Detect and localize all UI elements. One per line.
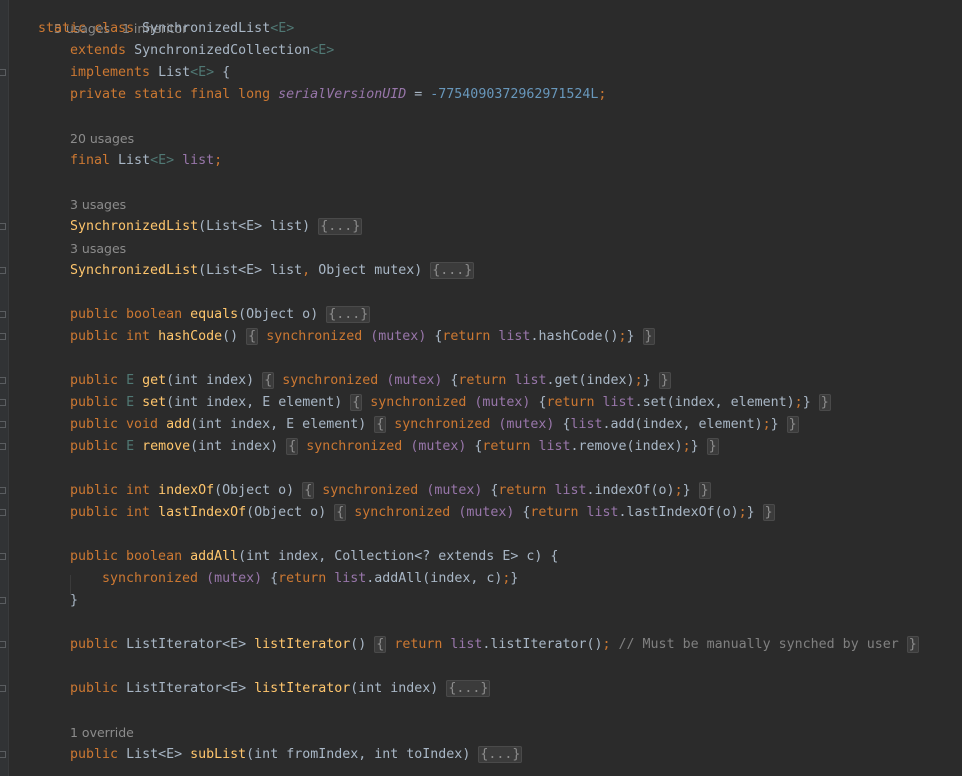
code-line-ctor2[interactable]: SynchronizedList(List<E> list, Object mu…	[70, 260, 475, 282]
keyword: public boolean	[70, 549, 183, 564]
inlay-hint-class[interactable]: 5 usages 1 inheritor	[38, 0, 187, 36]
code-editor[interactable]: 5 usages 1 inheritor static class Synchr…	[0, 0, 962, 776]
inlay-hint-ctor1[interactable]: 3 usages	[70, 194, 126, 216]
usages-hint[interactable]: 20 usages	[70, 131, 134, 146]
code-line-addall-body[interactable]: synchronized (mutex) {return list.addAll…	[102, 568, 518, 590]
field-name: serialVersionUID	[278, 87, 407, 102]
keyword: synchronized	[266, 329, 363, 344]
code-line-get[interactable]: public E get(int index) { synchronized (…	[70, 370, 671, 392]
method-name: set	[142, 395, 167, 410]
usages-hint[interactable]: 3 usages	[70, 197, 126, 212]
field-name: list	[182, 153, 215, 168]
code-line-set[interactable]: public E set(int index, E element) { syn…	[70, 392, 831, 414]
method-name: remove	[142, 439, 191, 454]
code-line-add[interactable]: public void add(int index, E element) { …	[70, 414, 799, 436]
code-line-extends[interactable]: extends SynchronizedCollection<E>	[70, 40, 334, 62]
keyword: public int	[70, 505, 151, 520]
keyword: implements	[70, 65, 151, 80]
keyword: extends	[70, 43, 127, 58]
method-name: equals	[190, 307, 239, 322]
type-param: <E>	[190, 65, 215, 80]
keyword: public	[70, 681, 119, 696]
fold-open-brace[interactable]: {	[246, 328, 259, 345]
folded-block[interactable]: {...}	[430, 262, 475, 279]
inlay-hint-list[interactable]: 20 usages	[70, 128, 134, 150]
keyword: synchronized	[102, 571, 199, 586]
folded-block[interactable]: {...}	[446, 680, 491, 697]
code-line-sublist[interactable]: public List<E> subList(int fromIndex, in…	[70, 744, 523, 766]
type-param: <E>	[310, 43, 335, 58]
class-name: SynchronizedList	[142, 21, 271, 36]
method-name: add	[166, 417, 191, 432]
code-line-hashcode[interactable]: public int hashCode() { synchronized (mu…	[70, 326, 655, 348]
keyword: class	[94, 21, 135, 36]
type-name: List	[118, 153, 151, 168]
keyword: public int	[70, 483, 151, 498]
method-name: listIterator	[254, 681, 351, 696]
code-line-indexof[interactable]: public int indexOf(Object o) { synchroni…	[70, 480, 711, 502]
code-line-lastindexof[interactable]: public int lastIndexOf(Object o) { synch…	[70, 502, 775, 524]
number-literal: -7754090372962971524L	[430, 87, 599, 102]
method-name: indexOf	[158, 483, 215, 498]
code-line-remove[interactable]: public E remove(int index) { synchronize…	[70, 436, 719, 458]
code-line-class-decl[interactable]: static class SynchronizedList<E>	[38, 18, 294, 40]
method-name: lastIndexOf	[158, 505, 247, 520]
type-param: <E>	[270, 21, 295, 36]
code-line-list-field[interactable]: final List<E> list;	[70, 150, 222, 172]
usages-hint[interactable]: 3 usages	[70, 241, 126, 256]
fold-close-brace[interactable]: }	[642, 328, 655, 345]
method-name: listIterator	[254, 637, 351, 652]
method-name: subList	[190, 747, 247, 762]
code-line-equals[interactable]: public boolean equals(Object o) {...}	[70, 304, 371, 326]
keyword: public	[70, 395, 119, 410]
code-line-serial[interactable]: private static final long serialVersionU…	[70, 84, 606, 106]
keyword: public	[70, 747, 119, 762]
code-line-addall[interactable]: public boolean addAll(int index, Collect…	[70, 546, 558, 568]
folded-block[interactable]: {...}	[326, 306, 371, 323]
code-line-listiterator[interactable]: public ListIterator<E> listIterator() { …	[70, 634, 919, 656]
keyword: public void	[70, 417, 159, 432]
override-hint[interactable]: 1 override	[70, 725, 134, 740]
type-name: List	[158, 65, 191, 80]
keyword: final	[70, 153, 111, 168]
method-name: hashCode	[158, 329, 223, 344]
keyword: public boolean	[70, 307, 183, 322]
method-name: SynchronizedList	[70, 219, 199, 234]
inlay-hint-sublist[interactable]: 1 override	[70, 722, 134, 744]
keyword: static	[38, 21, 87, 36]
method-name: addAll	[190, 549, 239, 564]
keyword: private static final long	[70, 87, 271, 102]
keyword: public	[70, 637, 119, 652]
code-line-listiterator-index[interactable]: public ListIterator<E> listIterator(int …	[70, 678, 491, 700]
code-comment: // Must be manually synched by user	[618, 637, 899, 652]
inlay-hint-ctor2[interactable]: 3 usages	[70, 238, 126, 260]
method-name: get	[142, 373, 167, 388]
type-name: SynchronizedCollection	[134, 43, 311, 58]
keyword: public	[70, 439, 119, 454]
method-name: SynchronizedList	[70, 263, 199, 278]
code-line-ctor1[interactable]: SynchronizedList(List<E> list) {...}	[70, 216, 363, 238]
folded-block[interactable]: {...}	[318, 218, 363, 235]
folded-block[interactable]: {...}	[478, 746, 523, 763]
keyword: public	[70, 373, 119, 388]
keyword: public int	[70, 329, 151, 344]
code-line-addall-close[interactable]: }	[70, 590, 78, 612]
code-line-implements[interactable]: implements List<E> {	[70, 62, 230, 84]
